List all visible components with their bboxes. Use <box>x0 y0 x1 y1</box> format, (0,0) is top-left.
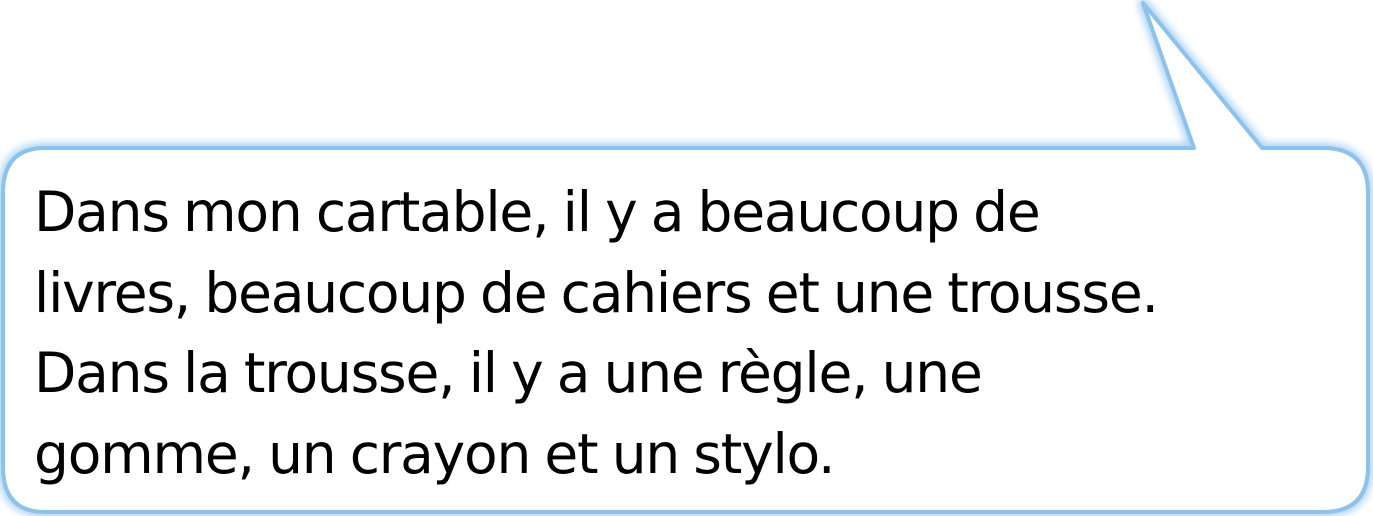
bubble-line-4: gomme, un crayon et un stylo. <box>34 421 836 486</box>
bubble-line-2: livres, beaucoup de cahiers et une trous… <box>34 260 1159 325</box>
speech-bubble-text: Dans mon cartable, il y a beaucoup de li… <box>34 172 1354 494</box>
bubble-line-3: Dans la trousse, il y a une règle, une <box>34 341 983 405</box>
bubble-line-1: Dans mon cartable, il y a beaucoup de <box>34 180 1041 244</box>
